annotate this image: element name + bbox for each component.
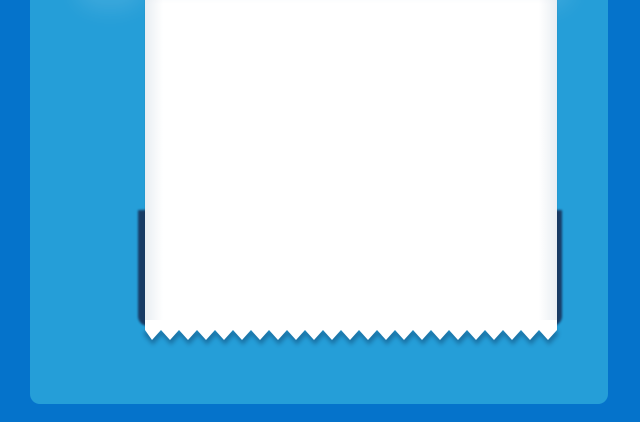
- receipt-card: [138, 0, 564, 350]
- receipt-paper: [145, 0, 557, 330]
- screen-stage: [0, 0, 640, 422]
- receipt-tear-edge: [145, 320, 557, 342]
- receipt-content-area: [145, 0, 557, 330]
- content-panel: [30, 0, 608, 404]
- panel-glow-left: [75, 0, 145, 12]
